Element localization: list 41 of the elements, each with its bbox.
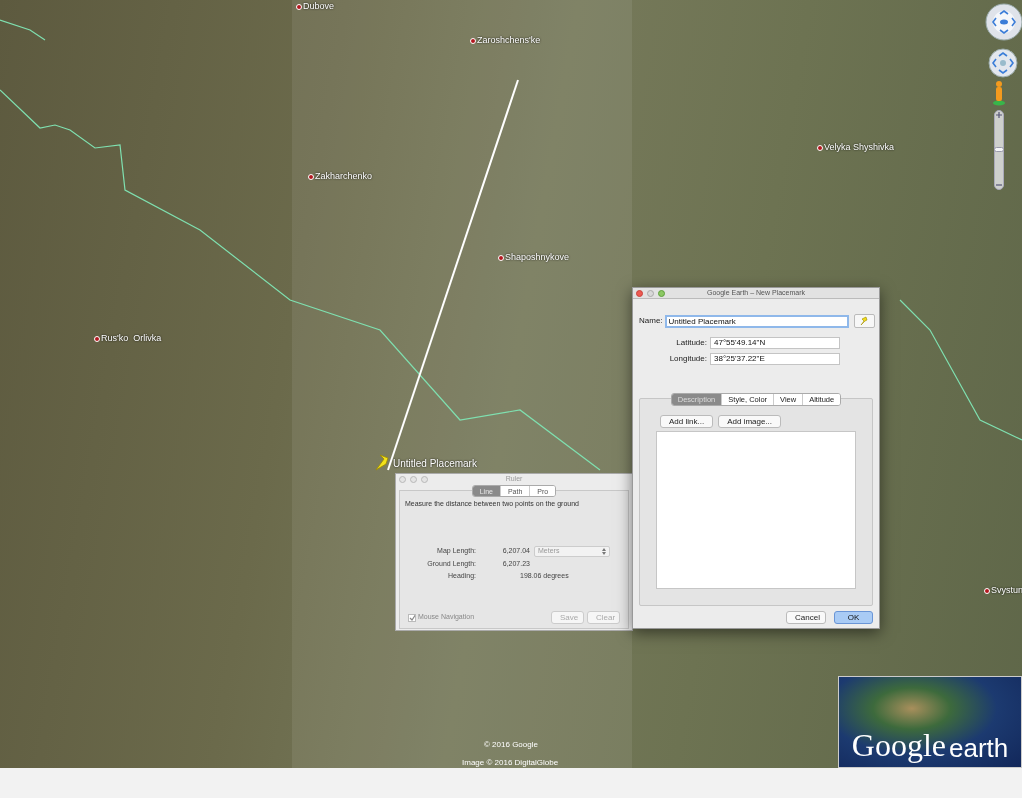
logo-text: Google <box>851 729 946 761</box>
add-button[interactable]: Add link... <box>660 415 714 428</box>
add-button[interactable]: Add image... <box>718 415 782 428</box>
description-field[interactable] <box>656 431 856 589</box>
window-close-button[interactable] <box>636 289 643 297</box>
pushpin-icon <box>860 316 869 326</box>
window-zoom-button[interactable] <box>658 289 665 297</box>
placemark-label: Untitled Placemark <box>393 457 477 471</box>
longitude-field[interactable]: 38°25'37.22"E <box>710 353 840 365</box>
zoom-in-icon[interactable] <box>996 112 1002 118</box>
place-label: Svystun <box>991 584 1022 597</box>
window-minimize-button[interactable] <box>410 475 417 483</box>
field-label: Longitude: <box>668 353 708 365</box>
logo-text: earth <box>948 735 1009 761</box>
zoom-slider-track[interactable] <box>994 110 1004 190</box>
place-label: Rus'ko Orlivka <box>101 332 162 345</box>
place-label: Dubove <box>303 0 335 13</box>
updown-caret-icon <box>602 547 606 555</box>
copyright-text: © 2016 Google <box>484 739 538 751</box>
mouse-navigation-checkbox[interactable] <box>408 613 416 622</box>
field-label: Name: <box>639 315 663 327</box>
pushpin-icon <box>375 454 389 471</box>
ok-button[interactable]: OK <box>834 611 873 624</box>
zoom-out-icon[interactable] <box>996 182 1002 188</box>
field-label: Latitude: <box>675 337 708 349</box>
look-control-icon[interactable] <box>984 0 1022 44</box>
move-control-icon[interactable] <box>988 48 1018 78</box>
copyright-text: Image © 2016 DigitalGlobe <box>462 757 559 768</box>
person-icon[interactable] <box>992 80 1006 106</box>
window-close-button[interactable] <box>399 475 406 483</box>
place-label: Velyka Shyshivka <box>824 141 895 154</box>
zoom-slider-thumb[interactable] <box>994 147 1004 152</box>
icon-picker-button[interactable] <box>853 314 875 328</box>
name-field[interactable]: Untitled Placemark <box>664 314 849 328</box>
cancel-button[interactable]: Cancel <box>786 611 826 624</box>
place-label: Zakharchenko <box>315 170 373 183</box>
window-zoom-button[interactable] <box>421 475 428 483</box>
window-minimize-button[interactable] <box>647 289 654 297</box>
place-label: Shaposhnykove <box>505 251 570 264</box>
place-label: Zaroshchens'ke <box>477 34 541 47</box>
latitude-field[interactable]: 47°55'49.14"N <box>710 337 840 349</box>
